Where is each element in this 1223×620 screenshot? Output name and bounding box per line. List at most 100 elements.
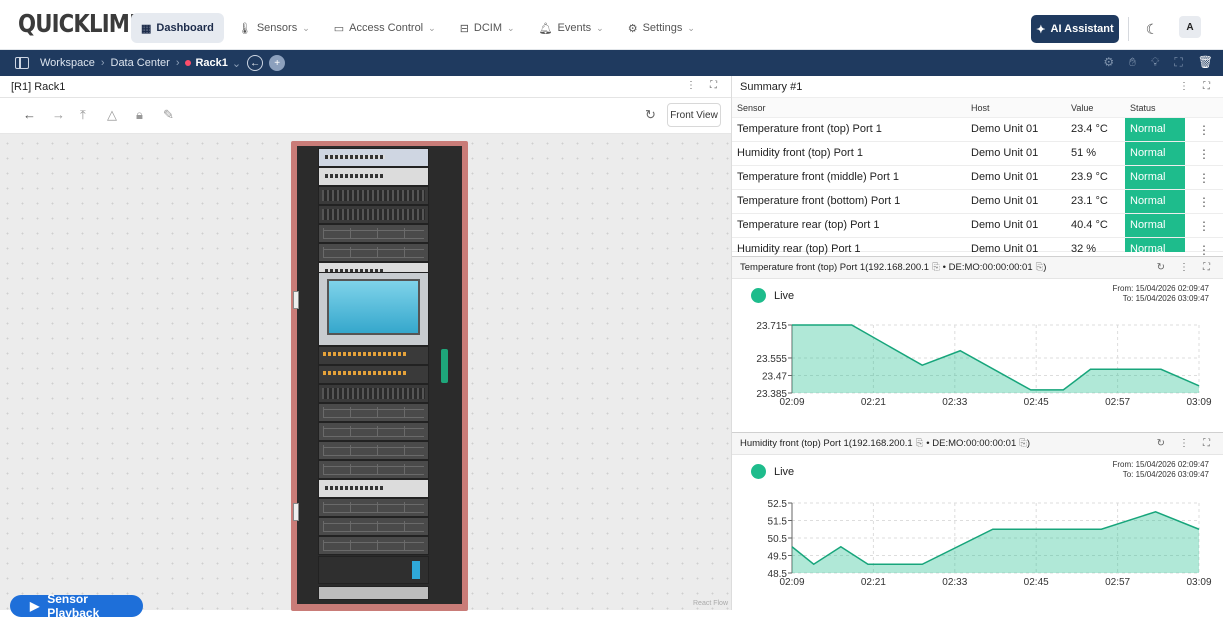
more-vert-icon[interactable]: ⋮ — [686, 80, 696, 91]
y-tick-label: 23.715 — [756, 321, 787, 332]
y-tick-label: 23.385 — [756, 389, 787, 400]
fullscreen-icon[interactable]: ⛶ — [1203, 81, 1210, 92]
rack-unit-patch-panel[interactable] — [318, 346, 429, 365]
top-bar: QUICKLIME ▦ Dashboard 🌡︎ Sensors ⌄ ▭ Access … — [0, 0, 1223, 50]
back-button[interactable]: ← — [247, 55, 264, 71]
cell-sensor: Temperature rear (top) Port 1 — [737, 219, 880, 231]
align-top-icon[interactable]: ⤒ — [80, 107, 86, 123]
chevron-down-icon: ⌄ — [596, 22, 604, 33]
table-row[interactable]: Temperature front (top) Port 1 Demo Unit … — [732, 118, 1223, 142]
rack-unit-server[interactable] — [318, 441, 429, 460]
reset-icon[interactable]: ↻ — [645, 107, 656, 123]
temperature-chart[interactable]: 02:09 02:21 02:33 02:45 02:57 03:0923.38523.4… — [732, 257, 1223, 433]
react-flow-attribution[interactable]: React Flow — [693, 600, 728, 607]
rack-unit-server[interactable] — [318, 384, 429, 403]
rack-unit-server[interactable] — [318, 422, 429, 441]
rack-door-hinge — [293, 503, 299, 521]
chevron-right-icon: › — [175, 57, 180, 69]
warning-icon[interactable]: △ — [107, 107, 117, 123]
rack-canvas[interactable]: [R1] Rack1 ⋮ ⛶ ← → ⤒ △ 🔒︎ ✎ ↻ Front View — [0, 76, 731, 611]
nav-access-control[interactable]: ▭ Access Control ⌄ — [324, 13, 446, 43]
avatar[interactable]: A — [1179, 16, 1201, 38]
y-tick-label: 52.5 — [768, 499, 788, 510]
column-header-sensor[interactable]: Sensor — [737, 103, 766, 113]
more-vert-icon[interactable]: ⋮ — [1198, 195, 1210, 209]
pencil-icon[interactable]: ✎ — [163, 107, 174, 123]
more-vert-icon[interactable]: ⋮ — [1198, 219, 1210, 233]
table-row[interactable]: Temperature rear (top) Port 1 Demo Unit 0… — [732, 214, 1223, 238]
add-button[interactable]: + — [269, 55, 286, 71]
arrow-left-icon[interactable]: ← — [23, 107, 36, 122]
x-tick-label: 02:21 — [861, 577, 886, 588]
rack-unit-server[interactable] — [318, 460, 429, 479]
fullscreen-icon[interactable]: ⛶ — [710, 80, 717, 91]
column-header-value[interactable]: Value — [1071, 103, 1093, 113]
rack-unit-server[interactable] — [318, 205, 429, 224]
nav-dashboard[interactable]: ▦ Dashboard — [131, 13, 224, 43]
table-row[interactable]: Humidity front (top) Port 1 Demo Unit 01 5… — [732, 142, 1223, 166]
column-header-status[interactable]: Status — [1130, 103, 1156, 113]
rack-unit-server[interactable] — [318, 186, 429, 205]
x-tick-label: 02:33 — [942, 397, 967, 408]
theme-toggle-moon-icon[interactable]: ☾ — [1140, 17, 1164, 41]
table-row[interactable]: Temperature front (bottom) Port 1 Demo Un… — [732, 190, 1223, 214]
table-row[interactable]: Humidity rear (top) Port 1 Demo Unit 01 32… — [732, 238, 1223, 257]
fullscreen-icon[interactable]: ⛶ — [1174, 55, 1182, 70]
nav-events[interactable]: 🔔︎ Events ⌄ — [529, 13, 614, 43]
rack-unit-server[interactable] — [318, 224, 429, 243]
settings-icon[interactable]: ⚙ — [1103, 55, 1114, 70]
cell-value: 40.4 °C — [1071, 219, 1108, 231]
breadcrumb-rack1[interactable]: Rack1 ⌄ — [185, 57, 241, 70]
cell-value: 23.4 °C — [1071, 123, 1108, 135]
cell-host: Demo Unit 01 — [971, 171, 1039, 183]
table-row[interactable]: Temperature front (middle) Port 1 Demo Un… — [732, 166, 1223, 190]
nav-sensors[interactable]: 🌡︎ Sensors ⌄ — [228, 13, 320, 43]
lightbulb-icon[interactable]: 💡︎ — [1151, 55, 1159, 70]
nav-dcim[interactable]: ⊟ DCIM ⌄ — [450, 13, 525, 43]
nav-settings[interactable]: ⚙ Settings ⌄ — [618, 13, 705, 43]
sidebar-toggle-icon[interactable] — [15, 57, 29, 69]
breadcrumb-data-center[interactable]: Data Center — [111, 57, 170, 69]
ai-assistant-button[interactable]: ✦ AI Assistant — [1031, 15, 1119, 43]
more-vert-icon[interactable]: ⋮ — [1198, 147, 1210, 161]
rack-unit-server[interactable] — [318, 517, 429, 536]
sensor-playback-button[interactable]: ▶ Sensor Playback — [10, 592, 143, 620]
rack-unit-server[interactable] — [318, 243, 429, 262]
rack-unit-patch-panel[interactable] — [318, 365, 429, 384]
rack-unit-ups[interactable] — [318, 556, 429, 584]
rack-unit-server[interactable] — [318, 498, 429, 517]
app-logo[interactable]: QUICKLIME — [18, 9, 144, 38]
cell-sensor: Humidity front (top) Port 1 — [737, 147, 863, 159]
cell-host: Demo Unit 01 — [971, 123, 1039, 135]
humidity-chart[interactable]: 02:09 02:21 02:33 02:45 02:57 03:0948.549.550… — [732, 433, 1223, 611]
more-vert-icon[interactable]: ⋮ — [1179, 81, 1189, 92]
cell-value: 23.1 °C — [1071, 195, 1108, 207]
front-view-button[interactable]: Front View — [667, 103, 721, 127]
nav-label: Dashboard — [156, 22, 214, 34]
summary-title: Summary #1 — [740, 80, 803, 93]
lock-icon[interactable]: 🔒︎ — [136, 107, 143, 123]
rack-unit-switch[interactable] — [318, 148, 429, 167]
thermometer-icon: 🌡︎ — [237, 22, 252, 35]
rack-sensor-tab[interactable] — [441, 349, 448, 383]
breadcrumb-workspace[interactable]: Workspace — [40, 57, 95, 69]
y-tick-label: 50.5 — [768, 534, 788, 545]
status-badge: Normal — [1125, 214, 1185, 237]
rack-unit-console-monitor[interactable] — [318, 272, 429, 346]
more-vert-icon[interactable]: ⋮ — [1198, 171, 1210, 185]
trash-icon[interactable]: 🗑︎ — [1198, 55, 1213, 70]
chevron-down-icon: ⌄ — [428, 22, 436, 33]
column-header-host[interactable]: Host — [971, 103, 990, 113]
rack-unit-switch[interactable] — [318, 479, 429, 498]
summary-header: Summary #1 ⋮ ⛶ — [732, 76, 1223, 98]
more-vert-icon[interactable]: ⋮ — [1198, 243, 1210, 257]
rack-unit-server[interactable] — [318, 536, 429, 555]
y-tick-label: 49.5 — [768, 552, 788, 563]
nav-label: Settings — [642, 22, 683, 34]
rack-unit-switch[interactable] — [318, 167, 429, 186]
more-vert-icon[interactable]: ⋮ — [1198, 123, 1210, 137]
arrow-right-icon[interactable]: → — [52, 107, 65, 122]
y-tick-label: 23.555 — [756, 354, 787, 365]
hand-icon[interactable]: ✋︎ — [1129, 55, 1136, 70]
rack-unit-server[interactable] — [318, 403, 429, 422]
